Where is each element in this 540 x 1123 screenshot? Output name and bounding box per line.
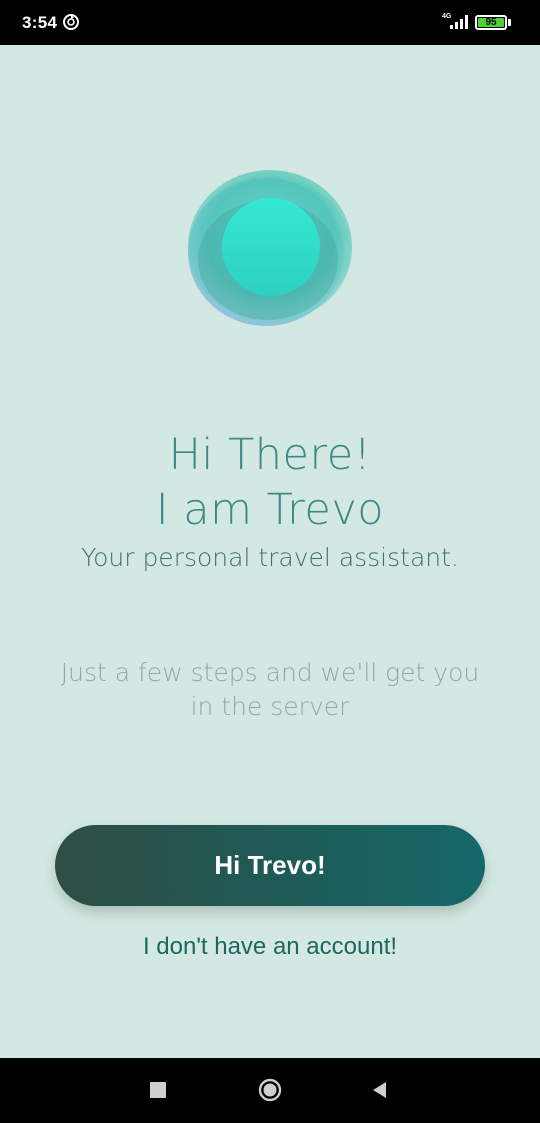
signal-icon: [450, 15, 468, 29]
greeting-subtitle: Your personal travel assistant.: [81, 543, 459, 572]
navigation-bar: [0, 1058, 540, 1123]
hi-trevo-button[interactable]: Hi Trevo!: [55, 825, 485, 906]
greeting-title-line2: I am Trevo: [155, 485, 385, 535]
sync-icon: [63, 14, 79, 30]
no-account-link[interactable]: I don't have an account!: [0, 933, 540, 961]
steps-info-text: Just a few steps and we'll get you in th…: [60, 658, 480, 721]
battery-tip: [508, 19, 511, 26]
status-bar: 3:54 4G 95: [0, 0, 540, 45]
battery-level: 95: [485, 17, 497, 28]
recents-icon[interactable]: [150, 1082, 166, 1098]
home-icon[interactable]: [258, 1078, 282, 1102]
status-time: 3:54: [22, 13, 58, 32]
battery-icon: 95: [475, 15, 507, 30]
back-icon[interactable]: [370, 1080, 388, 1100]
trevo-orb-logo: [188, 170, 352, 326]
greeting-title-line1: Hi There!: [168, 430, 372, 480]
